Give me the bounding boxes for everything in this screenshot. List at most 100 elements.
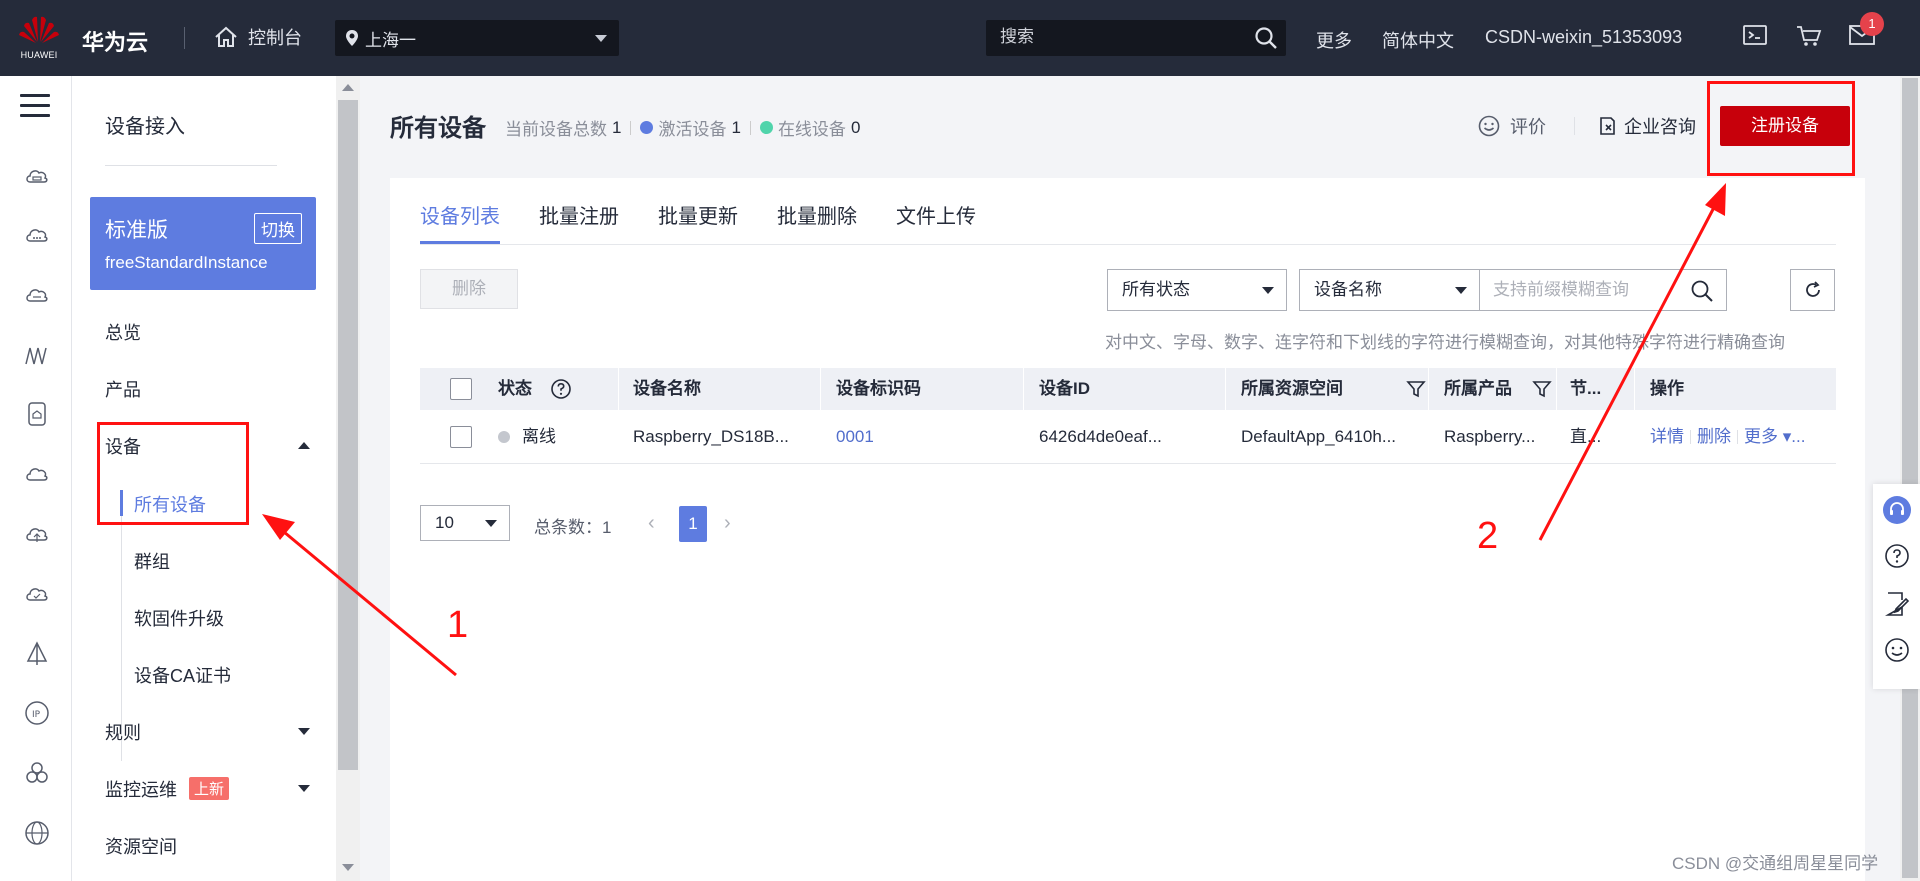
device-list-card: 设备列表 批量注册 批量更新 批量删除 文件上传 删除 所有状态 设备名称 对中… (390, 178, 1865, 881)
status-cell: 离线 (498, 410, 556, 464)
hamburger-menu-icon[interactable] (20, 94, 50, 120)
divider (184, 27, 185, 49)
field-filter-select[interactable]: 设备名称 (1299, 269, 1480, 311)
scroll-down-icon[interactable] (342, 864, 354, 871)
search-icon[interactable] (1690, 279, 1714, 303)
select-all-checkbox[interactable] (450, 378, 472, 400)
node-cell: 直... (1570, 427, 1602, 446)
global-search[interactable] (986, 20, 1286, 56)
status-filter-value: 所有状态 (1122, 280, 1190, 299)
edition-card: 标准版 切换 freeStandardInstance (90, 197, 316, 290)
main-scrollbar[interactable] (1900, 76, 1920, 881)
nav-item-overview[interactable]: 总览 (105, 319, 141, 345)
search-icon[interactable] (1254, 26, 1278, 50)
details-link[interactable]: 详情 (1650, 427, 1684, 446)
nav-item-groups[interactable]: 群组 (134, 548, 170, 574)
more-link[interactable]: 更多 (1316, 27, 1352, 53)
terminal-icon[interactable] (1743, 24, 1767, 46)
annotation-box-devices (97, 422, 249, 525)
device-code-link[interactable]: 0001 (836, 410, 874, 464)
delete-button[interactable]: 删除 (420, 269, 518, 309)
tab-batch-delete[interactable]: 批量删除 (777, 200, 857, 244)
edition-switch-button[interactable]: 切换 (254, 213, 302, 244)
global-search-input[interactable] (1000, 27, 1240, 47)
cart-icon[interactable] (1796, 24, 1822, 48)
col-device-code: 设备标识码 (836, 379, 921, 398)
nav-item-products[interactable]: 产品 (105, 376, 141, 402)
tab-file-upload[interactable]: 文件上传 (896, 200, 976, 244)
status-filter-select[interactable]: 所有状态 (1107, 269, 1287, 311)
cloud-upload-icon[interactable] (24, 521, 50, 547)
row-checkbox[interactable] (450, 426, 472, 448)
scrollbar-thumb[interactable] (338, 100, 358, 770)
nav-item-monitoring[interactable]: 监控运维 (105, 776, 177, 802)
col-device-name: 设备名称 (633, 379, 701, 398)
consult-button[interactable]: 企业咨询 (1598, 113, 1696, 139)
sail-icon[interactable] (24, 641, 50, 667)
query-hint: 对中文、字母、数字、连字符和下划线的字符进行模糊查询，对其他特殊字符进行精确查询 (1105, 333, 1785, 352)
customer-service-icon[interactable] (1883, 496, 1911, 524)
region-select[interactable]: 上海一 (335, 20, 619, 56)
device-query[interactable] (1479, 269, 1727, 311)
feedback-edit-icon[interactable] (1883, 590, 1911, 618)
logo-text: HUAWEI (20, 50, 58, 60)
more-link[interactable]: 更多 ▾... (1744, 427, 1805, 446)
nav-item-firmware-upgrade[interactable]: 软固件升级 (134, 605, 224, 631)
col-node: 节... (1570, 379, 1602, 398)
cloud-storage-icon[interactable] (24, 282, 50, 308)
prev-page-icon[interactable]: ‹ (648, 512, 655, 535)
network-wave-icon[interactable] (24, 342, 50, 368)
account-menu[interactable]: CSDN-weixin_51353093 (1485, 27, 1682, 48)
chevron-down-icon[interactable] (298, 785, 310, 792)
console-label: 控制台 (248, 28, 302, 48)
refresh-icon (1806, 281, 1820, 297)
scroll-up-icon[interactable] (342, 84, 354, 91)
col-resource-space: 所属资源空间 (1241, 379, 1343, 398)
device-icon[interactable] (24, 401, 50, 427)
new-badge: 上新 (189, 777, 230, 800)
chevron-down-icon[interactable] (298, 728, 310, 735)
rate-button[interactable]: 评价 (1478, 113, 1546, 139)
consult-label: 企业咨询 (1624, 117, 1696, 137)
device-query-input[interactable] (1493, 280, 1683, 300)
edition-name: 标准版 (105, 219, 168, 242)
scrollbar-thumb[interactable] (1902, 78, 1918, 878)
page-size-select[interactable]: 10 (420, 505, 510, 541)
tab-batch-register[interactable]: 批量注册 (539, 200, 619, 244)
cloud-dots-icon[interactable] (24, 222, 50, 248)
refresh-button[interactable] (1790, 269, 1835, 311)
device-id-cell: 6426d4de0eaf... (1039, 427, 1162, 446)
nav-item-rules[interactable]: 规则 (105, 719, 141, 745)
filter-icon[interactable] (1406, 379, 1426, 399)
cloud-icon[interactable] (24, 461, 50, 487)
cloud-server-icon[interactable] (24, 163, 50, 189)
huawei-logo[interactable]: HUAWEI (18, 14, 60, 60)
chevron-up-icon[interactable] (298, 442, 310, 449)
online-dot (759, 121, 773, 134)
help-circle-icon[interactable] (550, 378, 572, 400)
help-circle-icon[interactable] (1883, 542, 1911, 570)
page-title: 所有设备 (390, 115, 486, 142)
page-number-current[interactable]: 1 (679, 506, 707, 542)
floating-toolbar (1873, 484, 1920, 689)
language-switch[interactable]: 简体中文 (1382, 27, 1454, 53)
tab-bar: 设备列表 批量注册 批量更新 批量删除 文件上传 (420, 200, 1015, 244)
nav-item-device-ca-cert[interactable]: 设备CA证书 (134, 662, 231, 688)
tab-device-list[interactable]: 设备列表 (420, 200, 500, 244)
smile-icon[interactable] (1883, 636, 1911, 664)
console-link[interactable]: 控制台 (214, 24, 302, 50)
filter-icon[interactable] (1532, 379, 1552, 399)
total-label: 总条数： (534, 518, 602, 537)
brand-name[interactable]: 华为云 (82, 25, 148, 57)
instance-name: freeStandardInstance (105, 253, 268, 272)
product-cell: Raspberry... (1444, 427, 1536, 446)
next-page-icon[interactable]: › (724, 512, 731, 535)
ip-icon[interactable]: IP (24, 700, 50, 726)
delete-link[interactable]: 删除 (1697, 427, 1731, 446)
cloud-check-icon[interactable] (24, 581, 50, 607)
cluster-icon[interactable] (24, 760, 50, 786)
nav-item-resource-space[interactable]: 资源空间 (105, 833, 177, 859)
sidenav-scrollbar[interactable] (336, 76, 360, 881)
tab-batch-update[interactable]: 批量更新 (658, 200, 738, 244)
globe-icon[interactable] (24, 820, 50, 846)
